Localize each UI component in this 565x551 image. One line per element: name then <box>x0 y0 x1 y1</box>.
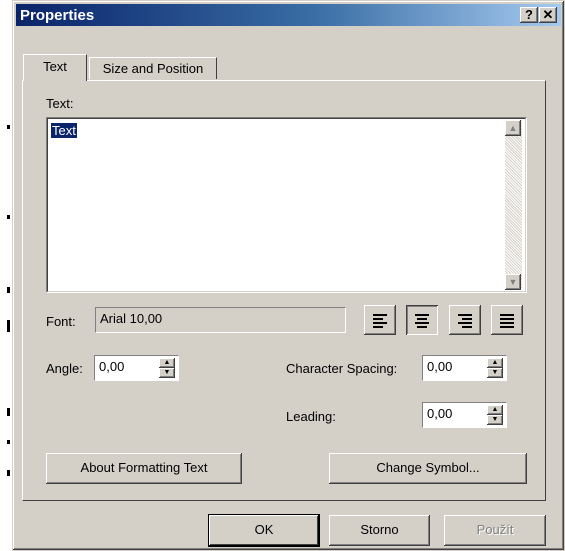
apply-button[interactable]: Použít <box>444 515 546 546</box>
properties-dialog: Properties ? ✕ Text Size and Position Te… <box>12 0 564 550</box>
title-bar[interactable]: Properties ? ✕ <box>16 4 561 26</box>
change-symbol-button[interactable]: Change Symbol... <box>329 453 527 484</box>
spin-down-icon: ▼ <box>491 369 499 376</box>
text-scrollbar[interactable]: ▲ ▼ <box>505 120 522 290</box>
spin-up-icon: ▲ <box>163 359 171 366</box>
character-spacing-spin-up[interactable]: ▲ <box>487 358 503 368</box>
cancel-button[interactable]: Storno <box>329 515 430 546</box>
help-button[interactable]: ? <box>520 7 538 23</box>
scroll-down-button[interactable]: ▼ <box>505 274 521 290</box>
leading-spin-down[interactable]: ▼ <box>487 415 503 425</box>
character-spacing-spin-down[interactable]: ▼ <box>487 368 503 378</box>
text-area[interactable]: Text ▲ ▼ <box>46 117 527 293</box>
character-spacing-input[interactable]: 0,00 ▲ ▼ <box>422 355 507 381</box>
leading-spin-up[interactable]: ▲ <box>487 405 503 415</box>
font-label: Font: <box>46 314 76 329</box>
text-label: Text: <box>46 96 74 111</box>
font-field: Arial 10,00 <box>95 307 346 333</box>
align-center-icon <box>415 314 429 330</box>
bg-mark <box>7 215 10 219</box>
leading-value[interactable]: 0,00 <box>427 406 452 421</box>
cancel-label: Storno <box>360 522 399 537</box>
window-title: Properties <box>20 7 95 24</box>
about-formatting-text-label: About Formatting Text <box>80 460 208 475</box>
bg-mark <box>7 320 10 332</box>
text-area-content[interactable]: Text <box>51 123 77 138</box>
tab-size-position-label: Size and Position <box>102 61 204 76</box>
angle-spin-down[interactable]: ▼ <box>159 368 175 378</box>
bg-mark <box>7 470 10 476</box>
angle-label: Angle: <box>46 361 83 376</box>
character-spacing-label: Character Spacing: <box>286 361 398 376</box>
text-area-border <box>47 118 526 292</box>
align-right-button[interactable] <box>449 305 481 335</box>
scroll-up-button[interactable]: ▲ <box>505 120 521 136</box>
align-right-icon <box>458 314 472 330</box>
align-justify-icon <box>500 314 514 330</box>
character-spacing-value[interactable]: 0,00 <box>427 359 452 374</box>
align-left-icon <box>373 314 387 330</box>
bg-mark <box>7 125 10 129</box>
tab-size-and-position[interactable]: Size and Position <box>89 57 217 79</box>
bg-mark <box>7 408 10 416</box>
scroll-down-icon: ▼ <box>508 277 518 287</box>
angle-input[interactable]: 0,00 ▲ ▼ <box>94 355 179 381</box>
spin-down-icon: ▼ <box>491 416 499 423</box>
spin-up-icon: ▲ <box>491 359 499 366</box>
scroll-up-icon: ▲ <box>508 123 518 133</box>
tab-text-label: Text <box>43 59 67 74</box>
leading-input[interactable]: 0,00 ▲ ▼ <box>422 402 507 428</box>
bg-mark <box>7 440 10 444</box>
ok-label: OK <box>254 522 274 537</box>
ok-button[interactable]: OK <box>209 515 319 546</box>
help-icon: ? <box>525 7 533 22</box>
align-justify-button[interactable] <box>491 305 523 335</box>
angle-value[interactable]: 0,00 <box>99 359 124 374</box>
change-symbol-label: Change Symbol... <box>376 460 480 475</box>
font-value: Arial 10,00 <box>100 311 163 326</box>
align-center-button[interactable] <box>406 305 438 335</box>
angle-spin-up[interactable]: ▲ <box>159 358 175 368</box>
align-left-button[interactable] <box>364 305 396 335</box>
about-formatting-text-button[interactable]: About Formatting Text <box>46 453 242 484</box>
bg-mark <box>7 287 10 293</box>
close-icon: ✕ <box>542 7 554 22</box>
apply-label: Použít <box>476 522 514 537</box>
leading-label: Leading: <box>286 409 336 424</box>
spin-up-icon: ▲ <box>491 406 499 413</box>
tab-text[interactable]: Text <box>23 54 87 81</box>
close-button[interactable]: ✕ <box>539 7 557 23</box>
background-window-edge <box>0 0 12 551</box>
spin-down-icon: ▼ <box>163 369 171 376</box>
